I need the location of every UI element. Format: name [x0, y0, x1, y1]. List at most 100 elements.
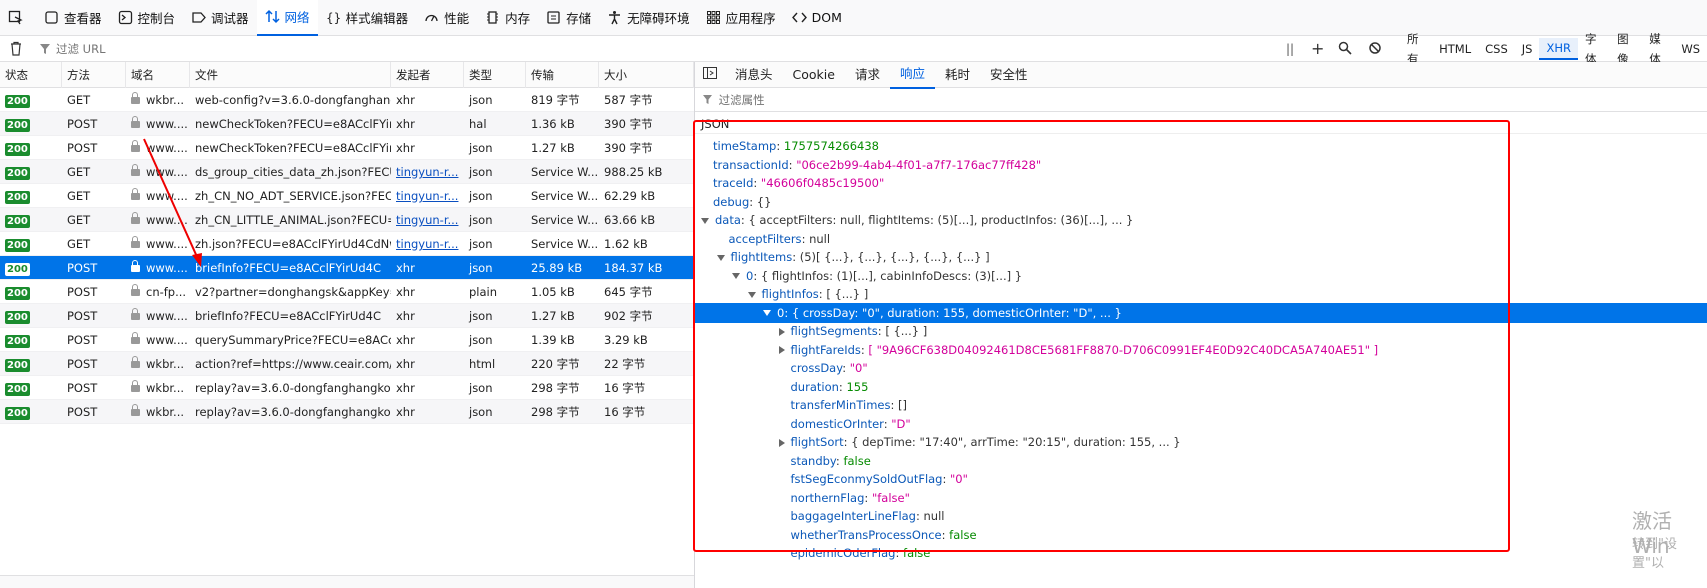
plus-icon[interactable]: + — [1311, 39, 1324, 58]
cell-size: 390 字节 — [604, 117, 653, 131]
type-filter-css[interactable]: CSS — [1478, 39, 1515, 59]
tool-dom[interactable]: DOM — [784, 0, 850, 36]
block-icon[interactable] — [1368, 41, 1382, 58]
cell-file: ds_group_cities_data_zh.json?FECU=e8 — [195, 165, 391, 179]
tool-storage[interactable]: 存储 — [538, 0, 599, 36]
cell-initiator: tingyun-r... — [391, 160, 464, 184]
cell-initiator: xhr — [396, 309, 415, 323]
cell-status: 200 — [0, 208, 62, 232]
cell-size: 1.62 kB — [604, 237, 648, 251]
cell-file: replay?av=3.6.0-dongfanghangkong. — [195, 405, 391, 419]
cell-size: 16 字节 — [604, 381, 646, 395]
tab-3[interactable]: 响应 — [889, 61, 935, 89]
cell-method: POST — [67, 117, 98, 131]
cell-type: html — [469, 357, 496, 371]
pause-icon[interactable]: || — [1286, 42, 1294, 56]
type-filter-ws[interactable]: WS — [1674, 39, 1707, 59]
col-type[interactable]: 类型 — [464, 62, 526, 88]
cell-file: newCheckToken?FECU=e8ACclFYirUd4 — [195, 117, 391, 131]
status-badge: 200 — [5, 359, 30, 372]
cell-status: 200 — [0, 256, 62, 280]
lock-icon — [131, 188, 140, 200]
tab-2[interactable]: 请求 — [845, 62, 890, 88]
url-filter-input[interactable] — [56, 40, 1276, 58]
toggle-sidebar-icon[interactable] — [695, 62, 725, 88]
table-row[interactable]: 200 POST wkbr... replay?av=3.6.0-dongfangha… — [0, 376, 694, 400]
performance-icon — [424, 10, 439, 25]
search-icon[interactable] — [1338, 41, 1352, 58]
network-icon — [265, 9, 280, 24]
tool-style-editor[interactable]: {} 样式编辑器 — [318, 0, 417, 36]
tab-0[interactable]: 消息头 — [725, 62, 783, 88]
style-editor-icon: {} — [326, 10, 341, 25]
tab-4[interactable]: 耗时 — [935, 62, 980, 88]
cell-initiator: xhr — [396, 117, 415, 131]
col-transfer[interactable]: 传输 — [526, 62, 599, 88]
col-method[interactable]: 方法 — [62, 62, 126, 88]
tool-memory[interactable]: 内存 — [477, 0, 538, 36]
console-icon — [118, 10, 133, 25]
pick-element-button[interactable] — [0, 0, 36, 36]
cell-status: 200 — [0, 232, 62, 256]
cell-status: 200 — [0, 88, 62, 112]
initiator-link[interactable]: tingyun-r... — [396, 189, 458, 203]
cell-initiator: xhr — [396, 405, 415, 419]
cell-size: 988.25 kB — [604, 165, 663, 179]
lock-icon — [131, 284, 140, 296]
svg-text:{}: {} — [326, 11, 341, 25]
tool-accessibility[interactable]: 无障碍环境 — [599, 0, 698, 36]
cell-size: 184.37 kB — [604, 261, 663, 275]
table-row[interactable]: 200 GET www.... zh.json?FECU=e8ACclFYirUd4C… — [0, 232, 694, 256]
table-row[interactable]: 200 POST www.... newCheckToken?FECU=e8ACclF… — [0, 136, 694, 160]
table-row[interactable]: 200 POST www.... briefInfo?FECU=e8ACclFYirU… — [0, 256, 694, 280]
initiator-link[interactable]: tingyun-r... — [396, 213, 458, 227]
status-badge: 200 — [5, 119, 30, 132]
table-row[interactable]: 200 POST cn-fp... v2?partner=donghangsk&app… — [0, 280, 694, 304]
tool-label: 存储 — [566, 11, 592, 26]
table-row[interactable]: 200 GET www.... zh_CN_NO_ADT_SERVICE.json?F… — [0, 184, 694, 208]
cell-initiator: tingyun-r... — [391, 208, 464, 232]
tool-label: 调试器 — [211, 11, 249, 26]
tool-network[interactable]: 网络 — [256, 0, 318, 36]
table-row[interactable]: 200 POST wkbr... replay?av=3.6.0-dongfangha… — [0, 400, 694, 424]
table-row[interactable]: 200 GET www.... ds_group_cities_data_zh.jso… — [0, 160, 694, 184]
col-size[interactable]: 大小 — [599, 62, 694, 88]
tool-application[interactable]: 应用程序 — [698, 0, 784, 36]
trash-icon[interactable] — [9, 41, 23, 59]
tool-debugger[interactable]: 调试器 — [183, 0, 257, 36]
tab-5[interactable]: 安全性 — [980, 62, 1038, 88]
table-row[interactable]: 200 GET www.... zh_CN_LITTLE_ANIMAL.json?FE… — [0, 208, 694, 232]
type-filter-xhr[interactable]: XHR — [1539, 38, 1578, 60]
initiator-link[interactable]: tingyun-r... — [396, 165, 458, 179]
type-filter-html[interactable]: HTML — [1432, 39, 1478, 59]
property-filter[interactable]: 过滤属性 — [695, 88, 1707, 112]
col-status[interactable]: 状态 — [0, 62, 62, 88]
tool-inspector[interactable]: 查看器 — [36, 0, 110, 36]
status-badge: 200 — [5, 95, 30, 108]
col-domain[interactable]: 域名 — [126, 62, 190, 88]
status-badge: 200 — [5, 263, 30, 276]
table-row[interactable]: 200 POST www.... querySummaryPrice?FECU=e8A… — [0, 328, 694, 352]
cell-initiator: xhr — [396, 285, 415, 299]
tab-1[interactable]: Cookie — [783, 62, 845, 88]
cell-type: json — [469, 141, 493, 155]
col-file[interactable]: 文件 — [190, 62, 391, 88]
cell-type: json — [469, 309, 493, 323]
initiator-link[interactable]: tingyun-r... — [396, 237, 458, 251]
table-row[interactable]: 200 POST wkbr... action?ref=https://www.cea… — [0, 352, 694, 376]
tool-performance[interactable]: 性能 — [416, 0, 477, 36]
cell-transfer: Service W... — [531, 165, 599, 179]
property-filter-placeholder: 过滤属性 — [718, 93, 765, 107]
type-filter-js[interactable]: JS — [1515, 39, 1540, 59]
tool-console[interactable]: 控制台 — [110, 0, 184, 36]
table-row[interactable]: 200 POST www.... briefInfo?FECU=e8ACclFYirU… — [0, 304, 694, 328]
cell-initiator: xhr — [396, 141, 415, 155]
cell-file: web-config?v=3.6.0-dongfanghangkong — [195, 93, 391, 107]
table-row[interactable]: 200 POST www.... newCheckToken?FECU=e8ACclF… — [0, 112, 694, 136]
tool-label: 控制台 — [137, 11, 176, 26]
cell-file: v2?partner=donghangsk&appKey=7 — [195, 285, 391, 299]
col-initiator[interactable]: 发起者 — [391, 62, 464, 88]
table-row[interactable]: 200 GET wkbr... web-config?v=3.6.0-dongfang… — [0, 88, 694, 112]
status-bar — [0, 575, 694, 588]
cell-method: GET — [67, 237, 91, 251]
